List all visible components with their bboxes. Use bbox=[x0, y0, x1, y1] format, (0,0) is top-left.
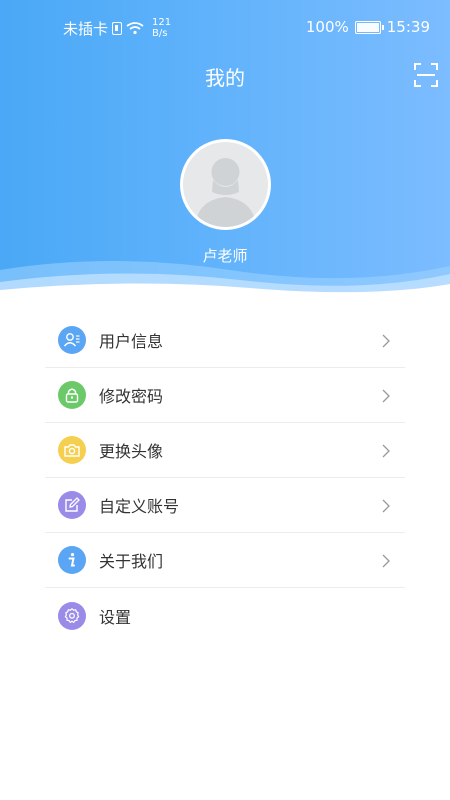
menu-item-settings[interactable]: 设置 bbox=[45, 588, 405, 643]
menu-item-label: 关于我们 bbox=[99, 552, 164, 571]
menu-item-about-us[interactable]: 关于我们 bbox=[45, 533, 405, 588]
menu-item-label: 更换头像 bbox=[99, 442, 164, 461]
settings-menu: 用户信息 修改密码 更换头像 自定义账号 关于我们 设置 bbox=[45, 313, 405, 643]
camera-icon bbox=[58, 436, 86, 464]
menu-item-label: 自定义账号 bbox=[99, 497, 180, 516]
net-speed-value: 121 bbox=[152, 17, 172, 28]
header-wave-decoration bbox=[0, 261, 450, 300]
menu-item-change-password[interactable]: 修改密码 bbox=[45, 368, 405, 423]
menu-item-label: 修改密码 bbox=[99, 387, 164, 406]
carrier-label: 未插卡 bbox=[63, 19, 109, 38]
status-bar: 未插卡 121 B/s 100% 15:39 bbox=[0, 0, 450, 56]
lock-icon bbox=[58, 381, 86, 409]
user-info-icon bbox=[58, 326, 86, 354]
sim-icon bbox=[112, 21, 123, 35]
status-left: 未插卡 121 B/s bbox=[63, 17, 174, 39]
battery-icon bbox=[354, 20, 384, 34]
scan-icon[interactable] bbox=[414, 63, 438, 87]
page-title: 我的 bbox=[205, 66, 245, 90]
avatar[interactable] bbox=[180, 139, 271, 230]
chevron-right-icon bbox=[382, 499, 390, 513]
settings-gear-icon bbox=[58, 601, 86, 630]
battery-percent: 100% bbox=[305, 18, 349, 36]
clock: 15:39 bbox=[386, 18, 430, 36]
menu-item-change-avatar[interactable]: 更换头像 bbox=[45, 423, 405, 478]
wifi-icon bbox=[126, 22, 144, 35]
net-speed-unit: B/s bbox=[152, 28, 168, 39]
menu-item-custom-account[interactable]: 自定义账号 bbox=[45, 478, 405, 533]
menu-item-user-info[interactable]: 用户信息 bbox=[45, 313, 405, 368]
chevron-right-icon bbox=[382, 334, 390, 348]
chevron-right-icon bbox=[382, 389, 390, 403]
profile-header: 未插卡 121 B/s 100% 15:39 我的 卢老师 bbox=[0, 0, 450, 300]
status-right: 100% 15:39 bbox=[306, 18, 430, 36]
edit-icon bbox=[58, 491, 86, 519]
info-icon bbox=[58, 546, 86, 574]
menu-item-label: 设置 bbox=[99, 607, 132, 627]
default-person-icon bbox=[195, 158, 256, 227]
chevron-right-icon bbox=[382, 554, 390, 568]
chevron-right-icon bbox=[382, 444, 390, 458]
net-speed: 121 B/s bbox=[152, 17, 174, 39]
menu-item-label: 用户信息 bbox=[99, 332, 164, 351]
avatar-placeholder bbox=[183, 142, 268, 227]
